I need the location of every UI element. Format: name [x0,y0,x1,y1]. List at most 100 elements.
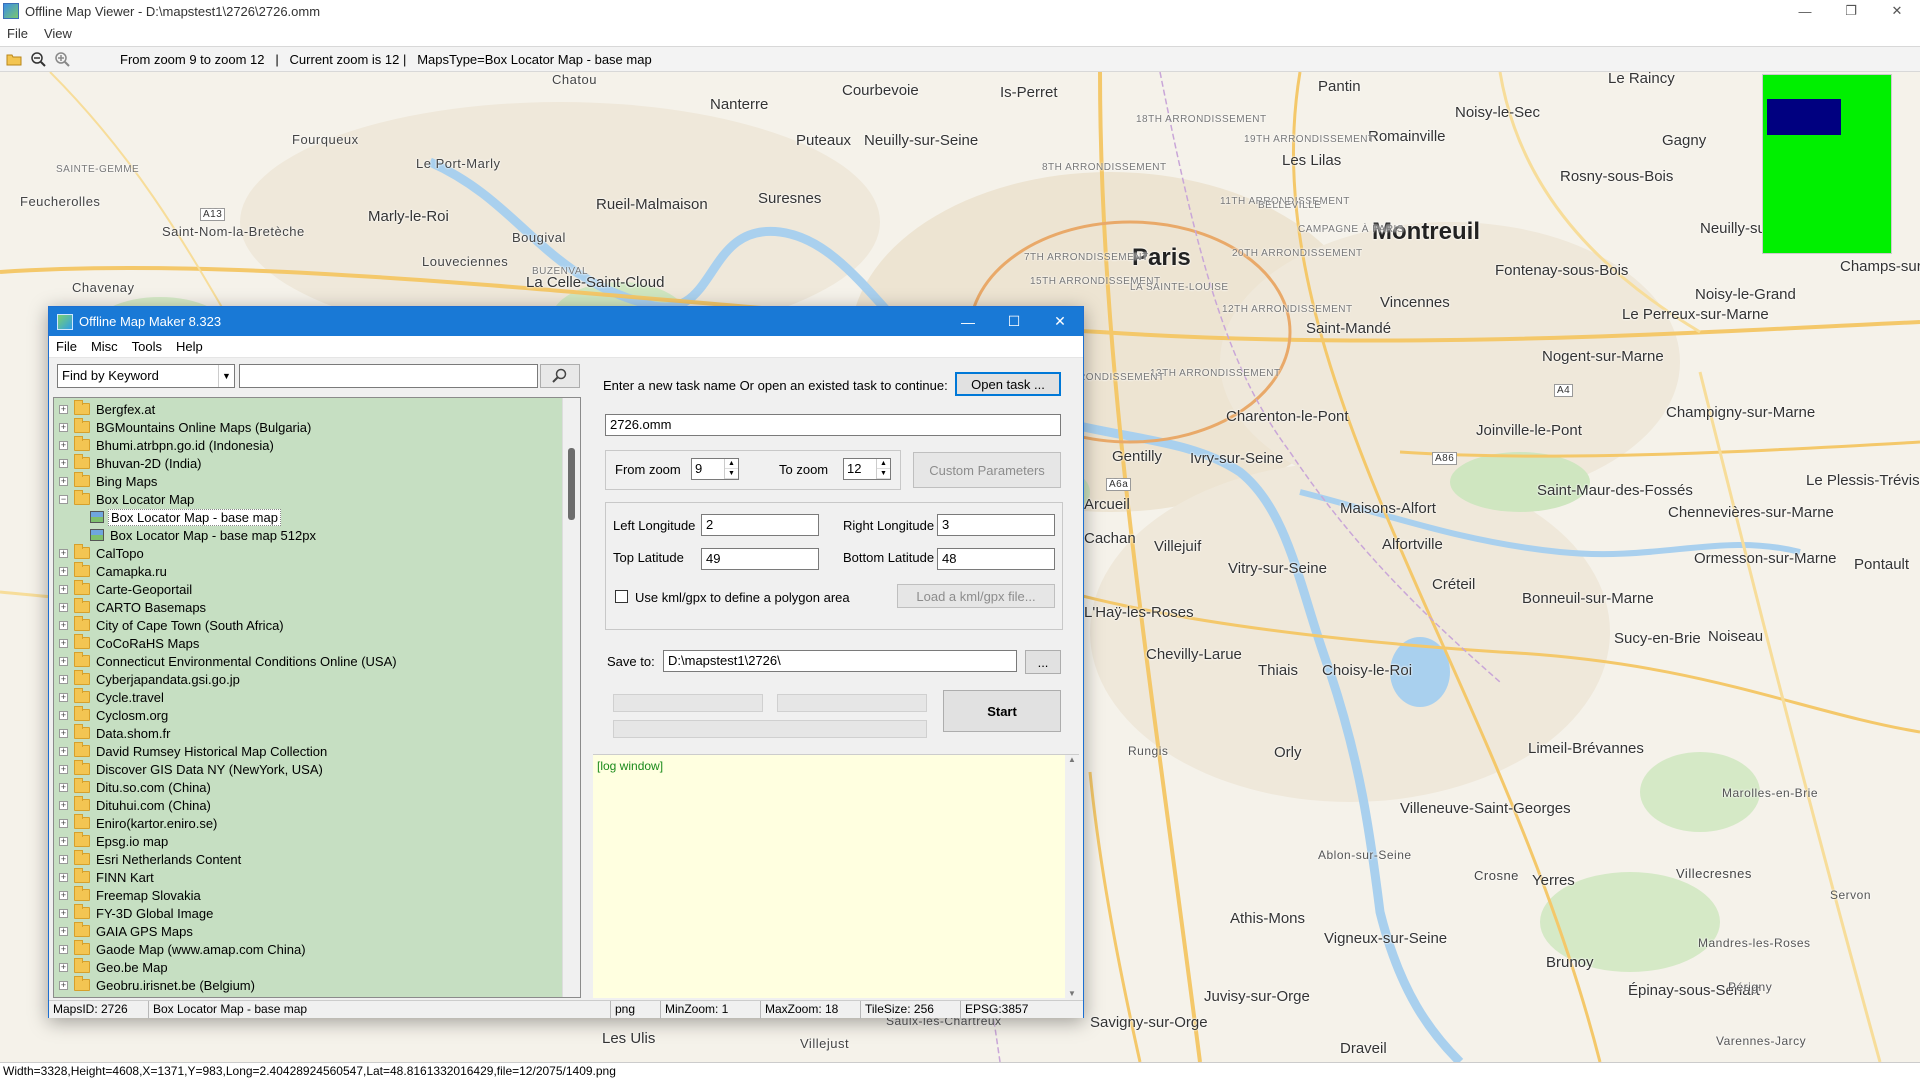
bottom-latitude-field[interactable]: 48 [937,548,1055,570]
tree-item[interactable]: + Cyberjapandata.gsi.go.jp [54,670,242,688]
zoom-in-icon[interactable] [52,49,72,69]
tree-item[interactable]: + Cyclosm.org [54,706,170,724]
dialog-close-button[interactable]: ✕ [1037,307,1083,336]
to-zoom-spinner[interactable]: 12 ▲ ▼ [843,458,891,480]
tree-item[interactable]: + Bing Maps [54,472,159,490]
maximize-button[interactable]: ❐ [1828,0,1874,22]
log-scrollbar[interactable]: ▲ ▼ [1065,755,1079,998]
expand-icon[interactable]: + [59,584,68,594]
tree-item[interactable]: + Carte-Geoportail [54,580,194,598]
expand-icon[interactable]: + [59,926,68,936]
expand-icon[interactable]: + [59,800,68,810]
spin-down-icon[interactable]: ▼ [877,469,890,479]
tree-item[interactable]: + David Rumsey Historical Map Collection [54,742,329,760]
scrollbar-thumb[interactable] [568,448,575,520]
expand-icon[interactable]: + [59,854,68,864]
load-kml-button[interactable]: Load a kml/gpx file... [897,584,1055,608]
zoom-out-icon[interactable] [28,49,48,69]
expand-icon[interactable]: + [59,818,68,828]
tree-item[interactable]: Box Locator Map - base map 512px [84,526,318,544]
expand-icon[interactable]: + [59,548,68,558]
tree-scrollbar[interactable] [562,398,580,997]
tree-item[interactable]: + Connecticut Environmental Conditions On… [54,652,399,670]
spin-down-icon[interactable]: ▼ [725,469,738,479]
chevron-down-icon[interactable]: ▼ [218,365,234,387]
task-name-field[interactable]: 2726.omm [605,414,1061,436]
custom-parameters-button[interactable]: Custom Parameters [913,452,1061,488]
menu-file[interactable]: File [56,339,77,354]
menu-help[interactable]: Help [176,339,203,354]
log-window[interactable]: [log window] ▲ ▼ [593,754,1079,998]
expand-icon[interactable]: + [59,944,68,954]
dialog-maximize-button[interactable]: ☐ [991,307,1037,336]
expand-icon[interactable]: + [59,692,68,702]
tree-item[interactable]: + CalTopo [54,544,146,562]
expand-icon[interactable]: + [59,566,68,576]
browse-button[interactable]: ... [1025,650,1061,674]
open-task-button[interactable]: Open task ... [955,372,1061,396]
tree-item[interactable]: + Discover GIS Data NY (NewYork, USA) [54,760,325,778]
locator-minimap[interactable] [1762,74,1892,254]
search-mode-select[interactable]: Find by Keyword ▼ [57,364,235,388]
expand-icon[interactable]: + [59,764,68,774]
tree-item[interactable]: + Gaode Map (www.amap.com China) [54,940,308,958]
tree-item[interactable]: + Cycle.travel [54,688,166,706]
tree-item[interactable]: + CoCoRaHS Maps [54,634,201,652]
tree-item[interactable]: + GAIA GPS Maps [54,922,195,940]
start-button[interactable]: Start [943,690,1061,732]
tree-item[interactable]: + FY-3D Global Image [54,904,215,922]
dialog-minimize-button[interactable]: — [945,307,991,336]
tree-item[interactable]: + Freemap Slovakia [54,886,203,904]
left-longitude-field[interactable]: 2 [701,514,819,536]
expand-icon[interactable]: + [59,836,68,846]
tree-item[interactable]: + Camapka.ru [54,562,169,580]
expand-icon[interactable]: + [59,476,68,486]
expand-icon[interactable]: + [59,458,68,468]
tree-item[interactable]: + Eniro(kartor.eniro.se) [54,814,219,832]
tree-item[interactable]: Box Locator Map - base map [84,508,281,526]
save-to-field[interactable]: D:\mapstest1\2726\ [663,650,1017,672]
tree-item[interactable]: + CARTO Basemaps [54,598,208,616]
expand-icon[interactable]: + [59,746,68,756]
expand-icon[interactable]: + [59,674,68,684]
expand-icon[interactable]: + [59,638,68,648]
expand-icon[interactable]: + [59,782,68,792]
tree-item[interactable]: + Dituhui.com (China) [54,796,213,814]
tree-item[interactable]: + Data.shom.fr [54,724,172,742]
spin-up-icon[interactable]: ▲ [877,459,890,469]
menu-view[interactable]: View [44,26,72,41]
tree-item[interactable]: + Ditu.so.com (China) [54,778,213,796]
from-zoom-spinner[interactable]: 9 ▲ ▼ [691,458,739,480]
spin-up-icon[interactable]: ▲ [725,459,738,469]
tree-item[interactable]: + Bhuvan-2D (India) [54,454,204,472]
scroll-up-icon[interactable]: ▲ [1065,755,1079,764]
expand-icon[interactable]: + [59,728,68,738]
menu-tools[interactable]: Tools [132,339,162,354]
search-button[interactable] [540,364,580,388]
tree-item[interactable]: + City of Cape Town (South Africa) [54,616,286,634]
tree-item[interactable]: + Bergfex.at [54,400,157,418]
tree-item[interactable]: + FINN Kart [54,868,156,886]
expand-icon[interactable]: + [59,602,68,612]
tree-item[interactable]: + Epsg.io map [54,832,170,850]
top-latitude-field[interactable]: 49 [701,548,819,570]
expand-icon[interactable]: + [59,620,68,630]
tree-item[interactable]: + Geobru.irisnet.be (Belgium) [54,976,257,994]
tree-item[interactable]: + Geo.be Map [54,958,170,976]
expand-icon[interactable]: + [59,908,68,918]
collapse-icon[interactable]: − [59,494,68,504]
tree-item[interactable]: + BGMountains Online Maps (Bulgaria) [54,418,313,436]
tree-item[interactable]: + Bhumi.atrbpn.go.id (Indonesia) [54,436,276,454]
use-kml-checkbox[interactable] [615,590,628,603]
locator-viewport-rect[interactable] [1767,99,1841,135]
expand-icon[interactable]: + [59,404,68,414]
right-longitude-field[interactable]: 3 [937,514,1055,536]
expand-icon[interactable]: + [59,656,68,666]
map-source-tree[interactable]: + Bergfex.at + BGMountains Online Maps (Bul… [53,397,581,998]
expand-icon[interactable]: + [59,710,68,720]
tree-item[interactable]: − Box Locator Map [54,490,196,508]
expand-icon[interactable]: + [59,890,68,900]
open-folder-icon[interactable] [4,49,24,69]
scroll-down-icon[interactable]: ▼ [1065,989,1079,998]
search-input[interactable] [239,364,538,388]
